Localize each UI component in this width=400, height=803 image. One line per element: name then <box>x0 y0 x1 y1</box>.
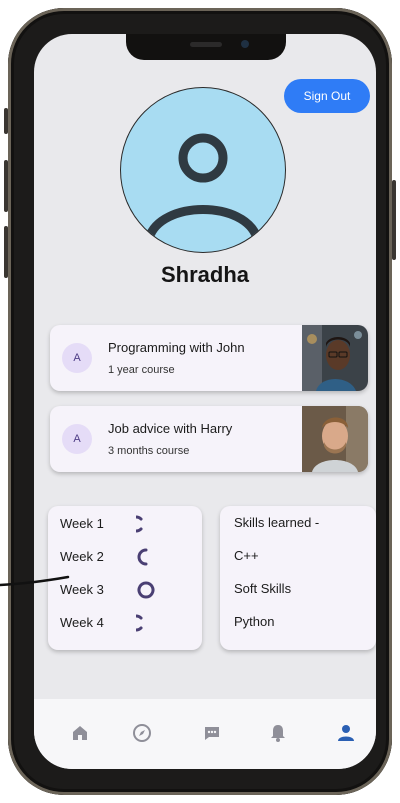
phone-notch <box>126 34 286 60</box>
course-letter-avatar: A <box>62 343 92 373</box>
home-icon <box>73 726 87 740</box>
profile-icon <box>338 725 354 741</box>
nav-item-explore[interactable] <box>130 721 154 745</box>
week-label: Week 2 <box>60 549 104 564</box>
week-row: Week 1 <box>60 514 200 534</box>
skill-item: Python <box>234 614 275 629</box>
course-letter-avatar: A <box>62 424 92 454</box>
skill-item: Soft Skills <box>234 581 292 596</box>
nav-item-home[interactable] <box>68 721 92 745</box>
front-camera <box>241 40 249 48</box>
skills-title: Skills learned - <box>234 515 320 530</box>
user-name: Shradha <box>160 262 250 287</box>
man-portrait-photo <box>302 325 368 391</box>
nav-item-notifications[interactable] <box>266 721 290 745</box>
profile-avatar <box>120 87 286 253</box>
course-title: Programming with John <box>108 340 245 355</box>
app-screen: Sign Out Shradha A Programming with John… <box>34 34 376 769</box>
week-row: Week 4 <box>60 613 200 633</box>
progress-ring <box>137 581 155 599</box>
skills-card: Skills learned - C++ Soft Skills Python <box>220 506 376 650</box>
course-title: Job advice with Harry <box>108 421 233 436</box>
course-card[interactable]: A Programming with John 1 year course <box>50 325 368 391</box>
annotation-arrow-line <box>0 575 70 587</box>
side-button <box>392 180 396 260</box>
bell-icon <box>271 725 285 742</box>
week-row: Week 3 <box>60 580 200 600</box>
bottom-nav <box>34 699 376 769</box>
sign-out-button[interactable]: Sign Out <box>284 79 370 113</box>
person-icon <box>144 133 262 243</box>
progress-ring <box>136 614 143 632</box>
explore-icon <box>133 724 151 742</box>
course-card[interactable]: A Job advice with Harry 3 months course <box>50 406 368 472</box>
week-label: Week 1 <box>60 516 104 531</box>
side-button <box>4 226 8 278</box>
progress-ring <box>137 548 148 566</box>
side-button <box>4 160 8 212</box>
chat-icon <box>205 727 219 740</box>
course-subtitle: 1 year course <box>108 364 175 376</box>
course-subtitle: 3 months course <box>108 445 190 457</box>
side-button <box>4 108 8 134</box>
man-portrait-photo <box>302 406 368 472</box>
week-row: Week 2 <box>60 547 200 567</box>
speaker-grille <box>190 42 222 47</box>
nav-item-profile[interactable] <box>334 721 358 745</box>
weekly-progress-card: Week 1 Week 2 Week 3 Week 4 <box>48 506 202 650</box>
week-label: Week 4 <box>60 615 104 630</box>
skill-item: C++ <box>234 548 259 563</box>
nav-item-chat[interactable] <box>200 721 224 745</box>
progress-ring <box>136 515 143 533</box>
